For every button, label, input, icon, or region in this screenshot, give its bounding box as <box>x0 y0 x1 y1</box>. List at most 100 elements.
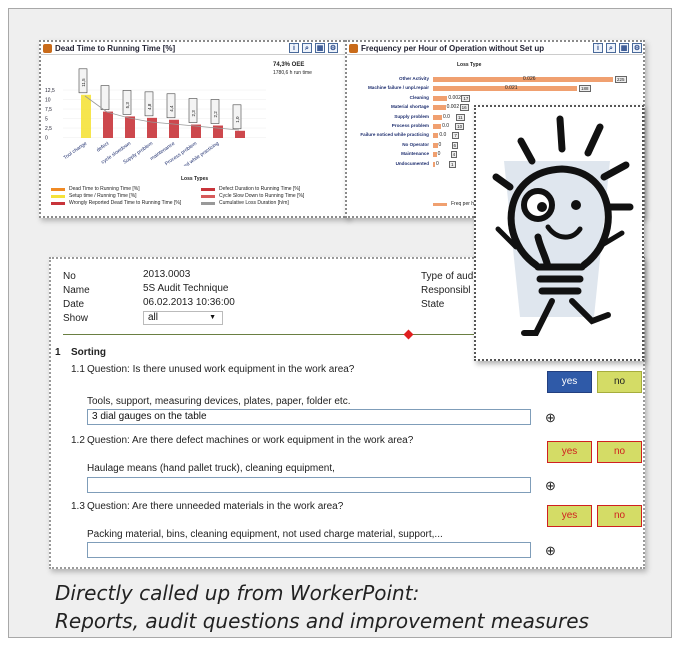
loss-type-label: Cleaning <box>409 94 429 100</box>
count-label: 16 <box>459 104 469 112</box>
loss-type-label: Maintenance <box>401 151 429 157</box>
question-text: Question: Are there defect machines or w… <box>87 435 414 446</box>
answer-input[interactable] <box>87 542 531 558</box>
caption-line-2: Reports, audit questions and improvement… <box>55 609 589 633</box>
loss-type-label: No Operator <box>402 141 429 147</box>
bar <box>169 119 179 138</box>
legend-item: Setup time / Running Time [%] <box>69 193 137 199</box>
loss-type-label: Material shortage <box>390 104 429 110</box>
legend-swatch <box>201 202 215 205</box>
legend-swatch <box>51 188 65 191</box>
loss-type-label: Process problem <box>391 123 429 128</box>
show-select[interactable]: all ▼ <box>143 311 223 325</box>
field-label: No <box>63 271 76 282</box>
frequency-value: 0 <box>438 141 442 148</box>
count-label: 225 <box>615 76 627 83</box>
frequency-bar <box>433 124 442 129</box>
bar-data-label: 2,2 <box>213 111 218 118</box>
show-select-value: all <box>148 312 159 323</box>
bar <box>125 116 135 138</box>
question-text: Question: Is there unused work equipment… <box>87 364 355 375</box>
bar <box>81 94 91 138</box>
answer-input[interactable] <box>87 477 531 493</box>
loss-type-label: Failure noticed while practicing <box>360 132 429 138</box>
info-icon[interactable]: i <box>593 43 603 53</box>
count-label: 1 <box>449 160 456 168</box>
frequency-value: 0.0 <box>443 113 450 120</box>
frequency-bar <box>433 142 438 148</box>
question-hint: Haulage means (hand pallet truck), clean… <box>87 463 335 474</box>
zoom-icon[interactable]: ⌕ <box>302 43 312 53</box>
frequency-value: 0 <box>436 160 439 167</box>
y-tick-label: 10 <box>45 98 51 104</box>
bar-data-label: 2,3 <box>191 110 196 117</box>
bar <box>147 117 157 138</box>
lightbulb-icon <box>492 115 634 336</box>
frequency-value: 0.0 <box>442 123 450 129</box>
count-label: 188 <box>579 85 591 93</box>
legend-swatch <box>51 202 65 205</box>
frequency-value: 0.026 <box>523 76 536 82</box>
add-measure-icon[interactable]: ⊕ <box>545 543 556 559</box>
chart-icon <box>349 44 358 53</box>
yes-button[interactable]: yes <box>547 505 592 527</box>
question-text: Question: Are there unneeded materials i… <box>87 501 344 512</box>
frequency-value: 0.002 <box>448 94 461 101</box>
bar <box>235 130 245 138</box>
field-label: Type of aud <box>421 271 474 282</box>
loss-type-header: Loss Type <box>457 62 482 68</box>
yes-button[interactable]: yes <box>547 441 592 463</box>
splitter-handle[interactable] <box>403 329 414 340</box>
chart-title: Frequency per Hour of Operation without … <box>361 44 545 53</box>
chart-title-bar: Frequency per Hour of Operation without … <box>347 42 643 55</box>
bar-data-label-box <box>100 85 110 110</box>
no-button[interactable]: no <box>597 371 642 393</box>
count-label: 11 <box>456 113 465 121</box>
frequency-bar <box>433 133 439 139</box>
info-icon[interactable]: i <box>289 43 299 53</box>
x-tick-label: defect <box>96 140 111 153</box>
frequency-bar <box>433 152 437 158</box>
loss-type-label: Supply problem <box>394 113 429 119</box>
legend-item: Freq per h <box>451 201 475 207</box>
frequency-value: 0 <box>437 151 441 158</box>
question-hint: Tools, support, measuring devices, plate… <box>87 396 351 407</box>
legend-item: Defect Duration to Running Time [%] <box>219 186 301 192</box>
legend-item: Cycle Slow Down to Running Time [%] <box>219 193 305 199</box>
settings-icon[interactable]: ⚙ <box>328 43 338 53</box>
legend-swatch <box>201 195 215 198</box>
question-number: 1.3 <box>71 501 85 512</box>
answer-input[interactable]: 3 dial gauges on the table <box>87 409 531 425</box>
zoom-icon[interactable]: ⌕ <box>606 43 616 53</box>
bar <box>103 111 113 138</box>
export-icon[interactable]: ▦ <box>315 43 325 53</box>
loss-type-label: Machine failure / unpl.repair <box>367 85 429 91</box>
count-label: 10 <box>455 123 465 130</box>
bar-data-label: 1,0 <box>235 116 240 123</box>
section-number: 1 <box>55 347 61 358</box>
count-label: 7 <box>452 132 459 140</box>
yes-button[interactable]: yes <box>547 371 592 393</box>
frequency-value: 0.021 <box>505 85 518 92</box>
add-measure-icon[interactable]: ⊕ <box>545 410 556 426</box>
question-hint: Packing material, bins, cleaning equipme… <box>87 529 443 540</box>
dead-time-chart-panel: Dead Time to Running Time [%] i ⌕ ▦ ⚙ 12… <box>39 40 349 218</box>
chart-icon <box>43 44 52 53</box>
section-title: Sorting <box>71 347 106 358</box>
settings-icon[interactable]: ⚙ <box>632 43 642 53</box>
bar-data-label: 4,4 <box>169 105 174 112</box>
field-value-no: 2013.0003 <box>143 269 191 280</box>
field-label: Responsibl <box>421 285 471 296</box>
bar-data-label: 5,3 <box>125 102 130 109</box>
field-label: Show <box>63 313 89 324</box>
count-label: 4 <box>450 151 458 159</box>
legend-swatch <box>51 195 65 198</box>
y-tick-label: 7,5 <box>45 107 52 113</box>
no-button[interactable]: no <box>597 505 642 527</box>
add-measure-icon[interactable]: ⊕ <box>545 478 556 494</box>
legend-item: Cumulative Loss Duration [h/m] <box>219 200 289 206</box>
no-button[interactable]: no <box>597 441 642 463</box>
x-tick-label: Tool change <box>63 141 89 162</box>
export-icon[interactable]: ▦ <box>619 43 629 53</box>
oee-value: 74,3% OEE <box>273 62 305 68</box>
